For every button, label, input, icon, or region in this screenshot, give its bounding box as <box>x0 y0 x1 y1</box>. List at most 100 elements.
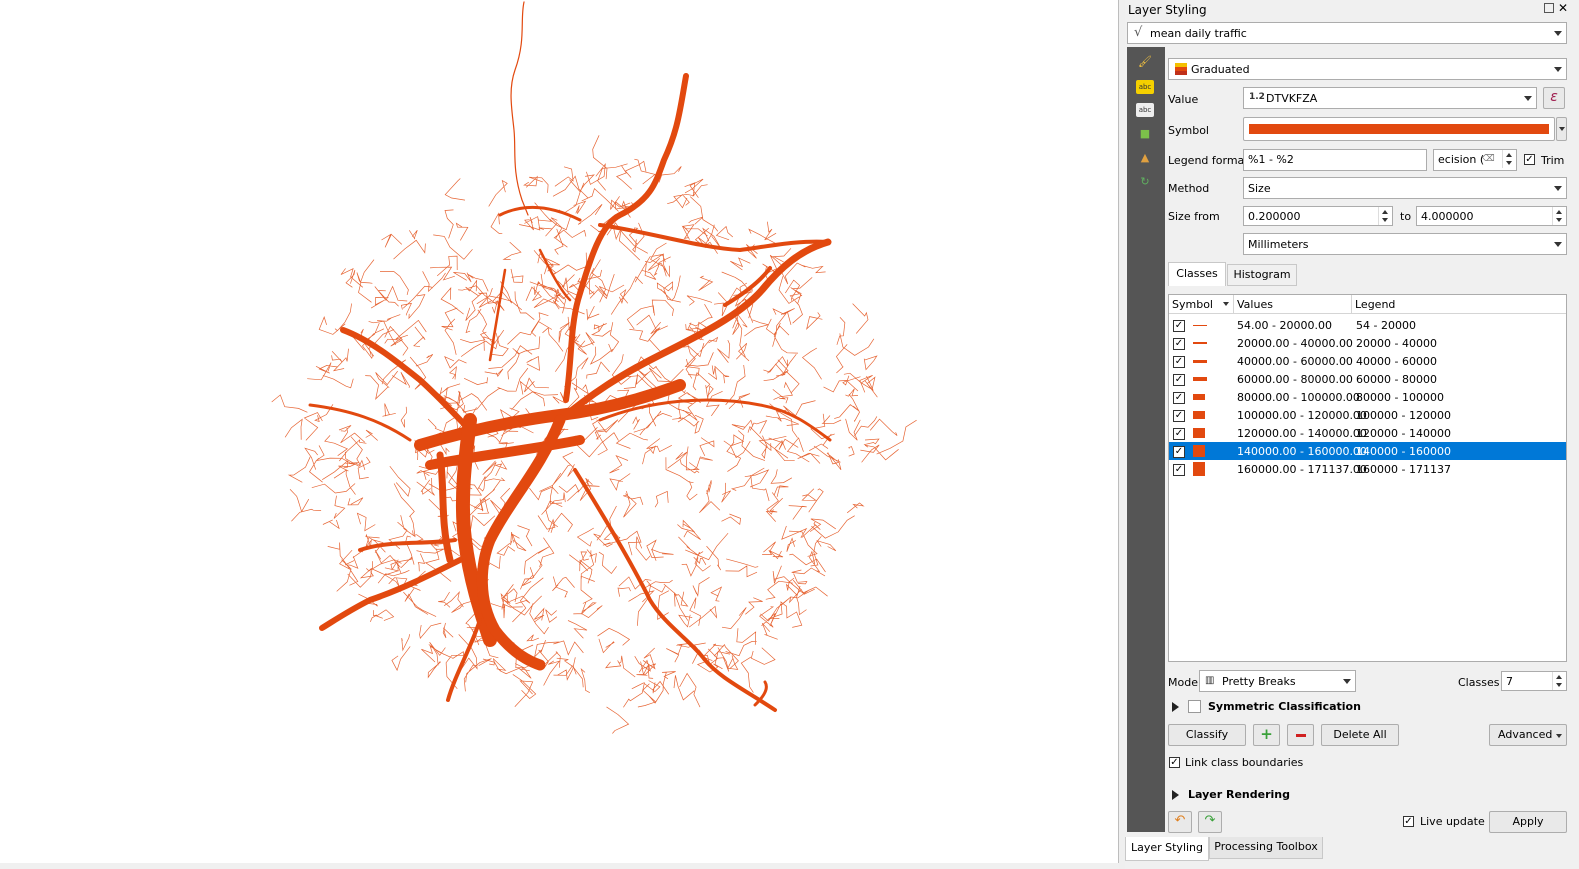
close-icon[interactable]: ✕ <box>1558 1 1568 15</box>
3d-view-icon[interactable]: ■ <box>1136 127 1154 141</box>
class-legend[interactable]: 54 - 20000 <box>1356 319 1416 332</box>
class-symbol-swatch[interactable] <box>1193 377 1207 381</box>
table-row[interactable]: ✓ 40000.00 - 60000.00 40000 - 60000 <box>1169 352 1566 370</box>
class-values[interactable]: 160000.00 - 171137.00 <box>1237 463 1367 476</box>
column-header-values[interactable]: Values <box>1234 295 1352 314</box>
class-legend[interactable]: 60000 - 80000 <box>1356 373 1437 386</box>
class-symbol-swatch[interactable] <box>1193 428 1205 438</box>
class-symbol-swatch[interactable] <box>1193 445 1205 457</box>
table-row[interactable]: ✓ 54.00 - 20000.00 54 - 20000 <box>1169 316 1566 334</box>
class-values[interactable]: 40000.00 - 60000.00 <box>1237 355 1353 368</box>
method-select[interactable]: Size <box>1243 177 1567 199</box>
map-canvas[interactable] <box>0 0 1119 863</box>
class-legend[interactable]: 140000 - 160000 <box>1356 445 1451 458</box>
class-values[interactable]: 20000.00 - 40000.00 <box>1237 337 1353 350</box>
legend-format-input[interactable]: %1 - %2 <box>1243 149 1427 171</box>
precision-spinbox[interactable]: ecision ( ⌫ <box>1433 149 1517 171</box>
class-legend[interactable]: 120000 - 140000 <box>1356 427 1451 440</box>
class-symbol-swatch[interactable] <box>1193 411 1205 419</box>
expression-button[interactable]: ε <box>1543 87 1565 109</box>
symbol-button[interactable] <box>1243 117 1555 141</box>
tab-classes[interactable]: Classes <box>1168 262 1226 286</box>
size-to-spinbox[interactable]: 4.000000 <box>1416 206 1567 226</box>
layer-rendering-label[interactable]: Layer Rendering <box>1188 788 1290 801</box>
class-visible-checkbox[interactable]: ✓ <box>1173 410 1185 422</box>
paintbrush-icon[interactable]: 🖌 <box>1136 55 1154 69</box>
class-visible-checkbox[interactable]: ✓ <box>1173 356 1185 368</box>
size-from-spinbox[interactable]: 0.200000 <box>1243 206 1393 226</box>
labels-icon[interactable]: abc <box>1136 80 1154 94</box>
symmetric-checkbox[interactable] <box>1188 700 1201 713</box>
spin-arrows-icon[interactable] <box>1552 207 1566 225</box>
layer-select[interactable]: √ mean daily traffic <box>1127 22 1567 44</box>
remove-class-button[interactable] <box>1287 724 1314 746</box>
apply-button[interactable]: Apply <box>1489 811 1567 833</box>
live-update-checkbox[interactable]: ✓ <box>1403 816 1414 827</box>
chevron-down-icon <box>1556 734 1562 738</box>
spin-arrows-icon[interactable] <box>1378 207 1392 225</box>
class-legend[interactable]: 20000 - 40000 <box>1356 337 1437 350</box>
class-symbol-swatch[interactable] <box>1193 324 1207 326</box>
masks-icon[interactable]: abc <box>1136 103 1154 117</box>
class-symbol-swatch[interactable] <box>1193 359 1207 363</box>
tab-processing-toolbox[interactable]: Processing Toolbox <box>1209 837 1323 859</box>
column-header-symbol-label: Symbol <box>1172 298 1213 311</box>
table-row[interactable]: ✓ 140000.00 - 160000.00 140000 - 160000 <box>1169 442 1566 460</box>
expand-arrow-icon[interactable] <box>1172 790 1179 800</box>
table-row[interactable]: ✓ 20000.00 - 40000.00 20000 - 40000 <box>1169 334 1566 352</box>
class-values[interactable]: 60000.00 - 80000.00 <box>1237 373 1353 386</box>
class-visible-checkbox[interactable]: ✓ <box>1173 374 1185 386</box>
tab-layer-styling[interactable]: Layer Styling <box>1125 837 1209 861</box>
add-class-button[interactable]: + <box>1253 724 1280 746</box>
column-header-symbol[interactable]: Symbol <box>1169 295 1234 314</box>
class-symbol-swatch[interactable] <box>1193 342 1207 344</box>
class-values[interactable]: 100000.00 - 120000.00 <box>1237 409 1367 422</box>
mode-label: Mode <box>1168 676 1198 689</box>
float-panel-icon[interactable] <box>1544 3 1554 13</box>
classify-button[interactable]: Classify <box>1168 724 1246 746</box>
table-row[interactable]: ✓ 60000.00 - 80000.00 60000 - 80000 <box>1169 370 1566 388</box>
class-legend[interactable]: 100000 - 120000 <box>1356 409 1451 422</box>
class-visible-checkbox[interactable]: ✓ <box>1173 392 1185 404</box>
class-legend[interactable]: 40000 - 60000 <box>1356 355 1437 368</box>
class-symbol-swatch[interactable] <box>1193 462 1205 476</box>
class-visible-checkbox[interactable]: ✓ <box>1173 320 1185 332</box>
value-field-select[interactable]: 1.2 DTVKFZA <box>1243 87 1537 109</box>
trim-checkbox[interactable]: ✓ <box>1524 154 1535 165</box>
mode-select[interactable]: ▥ Pretty Breaks <box>1199 670 1356 692</box>
class-symbol-swatch[interactable] <box>1193 394 1205 400</box>
table-row[interactable]: ✓ 120000.00 - 140000.00 120000 - 140000 <box>1169 424 1566 442</box>
class-visible-checkbox[interactable]: ✓ <box>1173 428 1185 440</box>
class-legend[interactable]: 80000 - 100000 <box>1356 391 1444 404</box>
diagrams-icon[interactable]: ▲ <box>1136 151 1154 165</box>
redo-button[interactable]: ↷ <box>1198 811 1222 833</box>
classes-count-spinbox[interactable]: 7 <box>1501 671 1567 691</box>
size-from-value: 0.200000 <box>1248 210 1301 223</box>
unit-select[interactable]: Millimeters <box>1243 233 1567 255</box>
table-row[interactable]: ✓ 100000.00 - 120000.00 100000 - 120000 <box>1169 406 1566 424</box>
spin-arrows-icon[interactable] <box>1552 672 1566 690</box>
renderer-select[interactable]: Graduated <box>1168 58 1567 80</box>
spin-arrows-icon[interactable] <box>1502 150 1516 168</box>
table-row[interactable]: ✓ 80000.00 - 100000.00 80000 - 100000 <box>1169 388 1566 406</box>
class-values[interactable]: 140000.00 - 160000.00 <box>1237 445 1367 458</box>
clear-icon[interactable]: ⌫ <box>1482 154 1495 164</box>
table-row[interactable]: ✓ 160000.00 - 171137.00 160000 - 171137 <box>1169 460 1566 478</box>
class-visible-checkbox[interactable]: ✓ <box>1173 338 1185 350</box>
class-values[interactable]: 80000.00 - 100000.00 <box>1237 391 1360 404</box>
class-visible-checkbox[interactable]: ✓ <box>1173 464 1185 476</box>
tab-histogram[interactable]: Histogram <box>1227 264 1297 286</box>
history-icon[interactable]: ↻ <box>1136 175 1154 189</box>
expand-arrow-icon[interactable] <box>1172 702 1179 712</box>
classes-table[interactable]: Symbol Values Legend ✓ 54.00 - 20000.00 54… <box>1168 294 1567 662</box>
class-values[interactable]: 120000.00 - 140000.00 <box>1237 427 1367 440</box>
undo-button[interactable]: ↶ <box>1168 811 1192 833</box>
class-visible-checkbox[interactable]: ✓ <box>1173 446 1185 458</box>
link-boundaries-checkbox[interactable]: ✓ <box>1169 757 1180 768</box>
delete-all-button[interactable]: Delete All <box>1321 724 1399 746</box>
column-header-legend[interactable]: Legend <box>1352 295 1566 314</box>
advanced-button[interactable]: Advanced <box>1489 724 1567 746</box>
class-values[interactable]: 54.00 - 20000.00 <box>1237 319 1332 332</box>
class-legend[interactable]: 160000 - 171137 <box>1356 463 1451 476</box>
symbol-menu-button[interactable] <box>1556 117 1567 141</box>
